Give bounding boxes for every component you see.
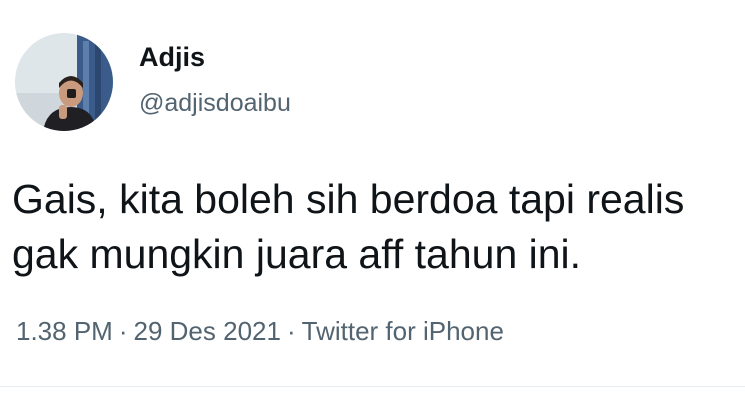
tweet-source-link[interactable]: Twitter for iPhone [302, 316, 504, 346]
profile-photo-icon [15, 33, 113, 131]
tweet-meta: 1.38 PM · 29 Des 2021 · Twitter for iPhone [16, 318, 504, 344]
divider [0, 386, 745, 387]
tweet-text: Gais, kita boleh sih berdoa tapi realis … [12, 172, 745, 282]
tweet-timestamp-date[interactable]: 29 Des 2021 [134, 316, 281, 346]
tweet-card: Adjis @adjisdoaibu Gais, kita boleh sih … [0, 0, 745, 418]
tweet-text-line: Gais, kita boleh sih berdoa tapi realis [12, 176, 685, 222]
meta-separator: · [286, 316, 296, 346]
meta-separator: · [118, 316, 128, 346]
author-handle[interactable]: @adjisdoaibu [139, 91, 291, 116]
tweet-text-line: gak mungkin juara aff tahun ini. [12, 231, 582, 277]
author-name[interactable]: Adjis [139, 44, 205, 71]
avatar[interactable] [15, 33, 113, 131]
tweet-timestamp-time[interactable]: 1.38 PM [16, 316, 113, 346]
